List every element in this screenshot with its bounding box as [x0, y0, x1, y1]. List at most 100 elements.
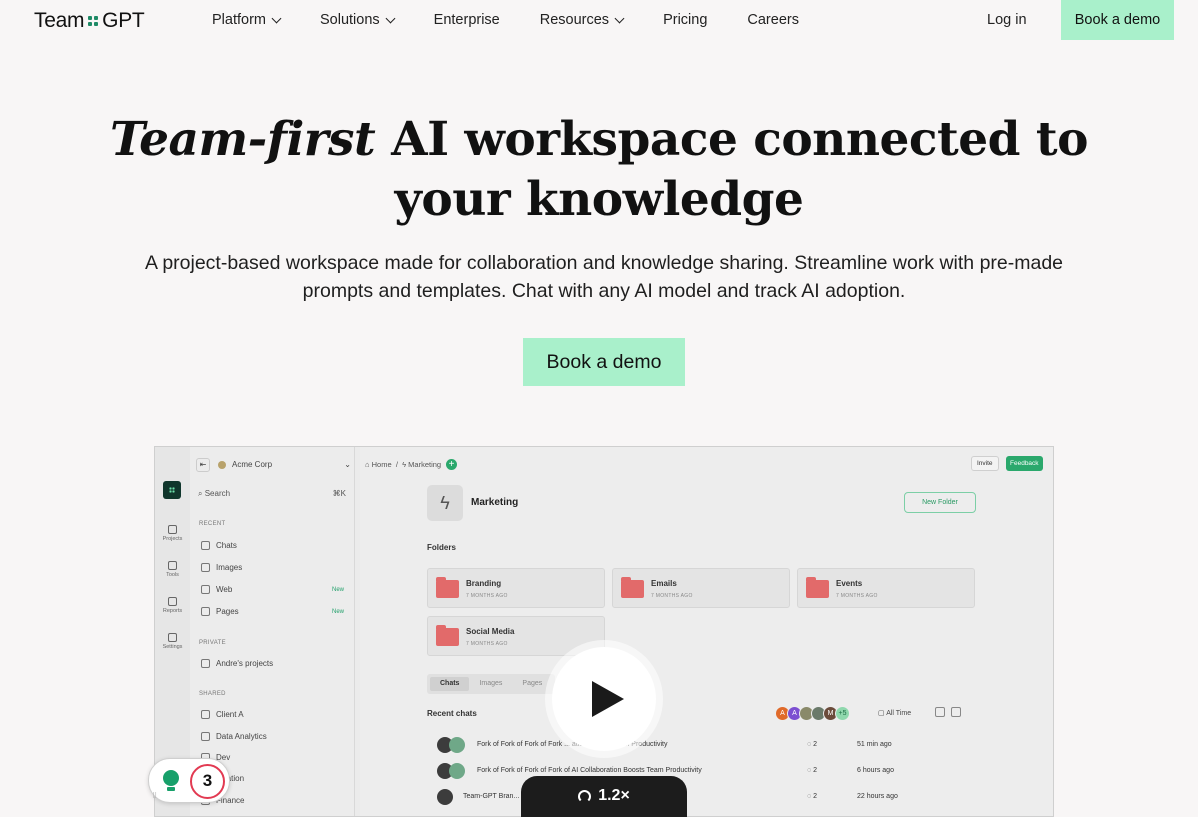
rail-tools-label: Tools [166, 572, 179, 578]
sidebar-item-client-a: Client A [201, 710, 346, 719]
folder-name: Social Media [466, 627, 515, 636]
lightbulb-icon [163, 770, 179, 791]
sidebar-item-chats: Chats [201, 541, 346, 550]
search-shortcut: ⌘K [332, 489, 346, 498]
product-video-preview[interactable]: Projects Tools Reports Settings ⇤ Acme C… [154, 446, 1054, 817]
settings-icon [168, 633, 177, 642]
folder-icon [436, 577, 459, 598]
sidebar-item-dev: Dev [201, 753, 346, 762]
folder-icon [436, 625, 459, 646]
bolt-icon: ϟ [427, 485, 463, 521]
chat-row: Fork of Fork of Fork of Fork ... ation B… [437, 736, 917, 754]
nav-book-demo-button[interactable]: Book a demo [1061, 0, 1174, 40]
rail-settings-label: Settings [162, 644, 183, 650]
calendar-icon: ▢ [878, 710, 885, 717]
nav-solutions-label: Solutions [320, 12, 380, 28]
rail-reports-label: Reports [162, 608, 183, 614]
floating-badge-widget[interactable]: ⠿ 3 [148, 758, 230, 803]
plus-icon: + [446, 459, 458, 470]
sidebar-item-web: Web New [201, 585, 346, 594]
sidebar-item-finance: Finance [201, 796, 346, 805]
folder-date: 7 MONTHS AGO [466, 593, 508, 599]
nav-resources[interactable]: Resources [539, 12, 625, 28]
chat-icon [201, 541, 210, 550]
tab-chats: Chats [430, 677, 470, 691]
app-logo-icon [163, 481, 181, 499]
chevron-down-icon [614, 13, 625, 23]
hero-book-demo-button[interactable]: Book a demo [523, 338, 685, 386]
sidebar-search: ⌕ Search ⌘K [198, 489, 346, 499]
folder-name: Events [836, 579, 863, 588]
nav-links: Platform Solutions Enterprise Resources … [212, 12, 839, 28]
bolt-icon: ϟ [402, 460, 407, 469]
section-private: PRIVATE [199, 640, 226, 646]
comment-count-value: 2 [813, 793, 818, 800]
login-link[interactable]: Log in [987, 12, 1027, 28]
time-filter: ▢ All Time [878, 709, 911, 717]
search-icon: ⌕ [198, 489, 203, 498]
playback-speed-label: 1.2× [598, 787, 630, 804]
top-nav: Team GPT Platform Solutions Enterprise R… [0, 0, 1198, 40]
globe-icon [201, 585, 210, 594]
folder-card: Emails 7 MONTHS AGO [612, 568, 790, 608]
org-switcher: ⇤ Acme Corp ⌄ [196, 457, 351, 472]
rail-projects-label: Projects [162, 536, 183, 542]
playback-speed-button[interactable]: 1.2× [521, 776, 687, 817]
comment-count: ◌ 2 [807, 741, 818, 748]
org-avatar [218, 460, 226, 469]
rail-projects: Projects [155, 525, 190, 542]
chevron-down-icon [271, 13, 282, 23]
nav-solutions[interactable]: Solutions [320, 12, 396, 28]
hero-title: Team-first AI workspace connected to you… [0, 110, 1198, 230]
reports-icon [168, 597, 177, 606]
chat-time: 6 hours ago [857, 767, 894, 774]
content-tabs: Chats Images Pages [427, 674, 556, 694]
play-button[interactable] [545, 640, 663, 758]
nav-platform[interactable]: Platform [212, 12, 282, 28]
comment-count: ◌ 2 [807, 767, 818, 774]
logo-left: Team [34, 9, 85, 32]
nav-careers-label: Careers [747, 12, 799, 28]
comment-count-value: 2 [813, 767, 818, 774]
tools-icon [168, 561, 177, 570]
avatar [449, 737, 465, 753]
new-badge: New [331, 608, 344, 615]
breadcrumb: ⌂ Home / ϟ Marketing + [365, 459, 458, 470]
hero-title-line2: your knowledge [394, 172, 804, 227]
nav-careers[interactable]: Careers [747, 12, 799, 28]
avatar-more: +5 [835, 706, 850, 721]
new-folder-button: New Folder [904, 492, 976, 513]
rail-reports: Reports [155, 597, 190, 614]
logo[interactable]: Team GPT [34, 9, 145, 33]
folder-name: Emails [651, 579, 677, 588]
folder-card: Events 7 MONTHS AGO [797, 568, 975, 608]
nav-pricing-label: Pricing [663, 12, 708, 28]
feedback-button: Feedback [1006, 456, 1043, 471]
sidebar-item-data-analytics: Data Analytics [201, 732, 346, 741]
sidebar-item-label: Chats [216, 541, 237, 550]
page-icon [201, 607, 210, 616]
nav-enterprise[interactable]: Enterprise [434, 12, 500, 28]
nav-pricing[interactable]: Pricing [663, 12, 707, 28]
chevron-down-icon [385, 13, 396, 23]
sidebar-item-label: Pages [216, 607, 239, 616]
collapse-icon: ⇤ [196, 457, 210, 472]
comment-count-value: 2 [813, 741, 818, 748]
folder-date: 7 MONTHS AGO [836, 593, 878, 599]
project-icon [201, 710, 210, 719]
home-icon: ⌂ [365, 460, 370, 469]
notification-count: 3 [190, 764, 225, 799]
new-badge: New [331, 586, 344, 593]
hero-title-line1: AI workspace connected to [375, 112, 1088, 167]
folder-card: Branding 7 MONTHS AGO [427, 568, 605, 608]
list-view-icon [951, 707, 961, 717]
chat-title: Fork of Fork of Fork of Fork of AI Colla… [477, 767, 702, 774]
nav-resources-label: Resources [539, 12, 610, 28]
time-filter-label: All Time [886, 710, 912, 717]
grid-view-icon [935, 707, 945, 717]
drag-handle-icon[interactable]: ⠿ [152, 792, 157, 800]
breadcrumb-home: Home [371, 460, 392, 469]
sidebar-item-label: Data Analytics [216, 732, 267, 741]
folder-icon [621, 577, 644, 598]
hero-subtitle: A project-based workspace made for colla… [144, 252, 1064, 302]
